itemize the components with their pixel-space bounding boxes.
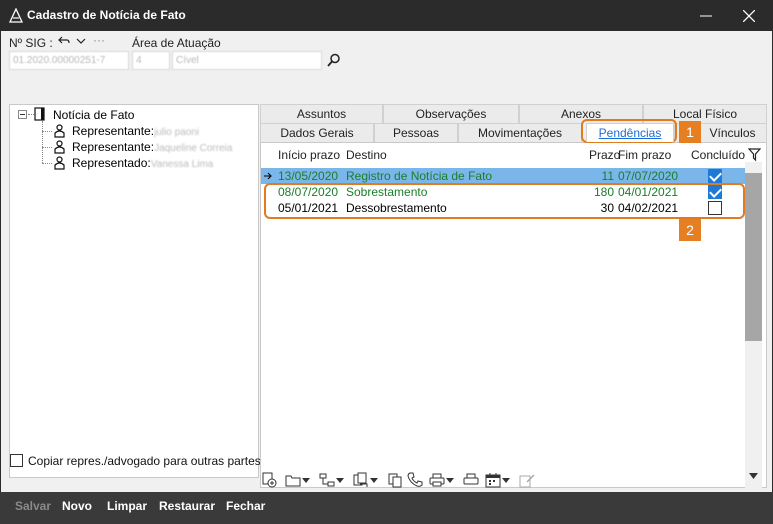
clear-button[interactable]: Limpar xyxy=(107,499,147,513)
app-logo-icon xyxy=(8,8,24,23)
chevron-down-icon[interactable] xyxy=(368,469,380,491)
tab-assuntos[interactable]: Assuntos xyxy=(260,104,383,123)
restore-button[interactable]: Restaurar xyxy=(159,499,215,513)
area-input[interactable]: Cível xyxy=(172,51,322,70)
col-concluido[interactable]: Concluído xyxy=(691,148,745,162)
sig-input[interactable]: 01.2020.00000251-7 xyxy=(9,51,129,70)
window-title: Cadastro de Notícia de Fato xyxy=(27,8,186,22)
new-button[interactable]: Novo xyxy=(62,499,92,513)
tabs-area: Assuntos Observações Anexos Local Físico… xyxy=(260,104,767,489)
col-prazo[interactable]: Prazo xyxy=(589,148,620,162)
callout-1-badge: 1 xyxy=(679,121,701,143)
form-window: Nº SIG : ··· Área de Atuação 01.2020.000… xyxy=(1,31,772,492)
document-icon xyxy=(34,107,45,121)
tree-root[interactable]: Notícia de Fato xyxy=(53,108,134,124)
person-icon xyxy=(54,156,65,170)
chevron-down-icon[interactable] xyxy=(500,469,512,491)
title-bar: Cadastro de Notícia de Fato xyxy=(0,0,773,31)
parties-tree: Notícia de Fato Representante:julio paon… xyxy=(9,104,259,478)
callout-2-badge: 2 xyxy=(679,219,701,241)
minimize-icon xyxy=(700,15,712,16)
action-toolbar xyxy=(258,469,568,491)
tab-observacoes[interactable]: Observações xyxy=(383,104,519,123)
search-icon[interactable] xyxy=(327,53,341,67)
col-destino[interactable]: Destino xyxy=(346,148,387,162)
close-form-button[interactable]: Fechar xyxy=(226,499,265,513)
copy-checkbox-label: Copiar repres./advogado para outras part… xyxy=(28,454,261,468)
phone-icon[interactable] xyxy=(404,469,426,491)
area-label: Área de Atuação xyxy=(132,36,221,50)
chevron-down-icon[interactable] xyxy=(76,37,86,45)
tree-item[interactable]: Representado:Vanessa Lima xyxy=(72,156,213,172)
save-button[interactable]: Salvar xyxy=(15,499,51,513)
callout-2-box xyxy=(264,183,745,219)
grid-header: Início prazo Destino Prazo Fim prazo Con… xyxy=(261,148,745,164)
tree-item[interactable]: Representante:Jaqueline Correia xyxy=(72,140,232,156)
more-icon[interactable]: ··· xyxy=(93,33,105,47)
tab-pessoas[interactable]: Pessoas xyxy=(374,123,458,142)
current-row-arrow-icon xyxy=(264,172,272,180)
col-inicio-prazo[interactable]: Início prazo xyxy=(278,148,340,162)
grid-scrollbar[interactable] xyxy=(745,162,762,489)
area-code-input[interactable]: 4 xyxy=(132,51,170,70)
collapse-icon[interactable] xyxy=(18,110,28,120)
chevron-down-icon[interactable] xyxy=(444,469,456,491)
chevron-down-icon[interactable] xyxy=(300,469,312,491)
copy-checkbox[interactable] xyxy=(10,454,23,467)
sig-label: Nº SIG : xyxy=(9,36,53,50)
close-icon xyxy=(743,9,755,22)
tab-dados-gerais[interactable]: Dados Gerais xyxy=(260,123,374,142)
person-icon xyxy=(54,124,65,138)
copy-icon[interactable] xyxy=(384,469,406,491)
bottom-action-bar: Salvar Novo Limpar Restaurar Fechar xyxy=(0,492,773,524)
person-icon xyxy=(54,140,65,154)
close-button[interactable] xyxy=(731,0,767,31)
edit-disabled-icon xyxy=(516,469,538,491)
tab-movimentacoes[interactable]: Movimentações xyxy=(458,123,582,142)
scroll-down-icon[interactable] xyxy=(749,473,758,479)
minimize-button[interactable] xyxy=(688,0,724,31)
chevron-down-icon[interactable] xyxy=(334,469,346,491)
tab-pendencias[interactable]: Pendências xyxy=(586,123,674,142)
tree-item[interactable]: Representante:julio paoni xyxy=(72,124,199,140)
concluido-checkbox[interactable] xyxy=(708,169,722,183)
undo-icon[interactable] xyxy=(58,36,70,46)
table-row[interactable]: 13/05/2020 Registro de Notícia de Fato 1… xyxy=(261,168,745,184)
add-document-icon[interactable] xyxy=(258,469,280,491)
scrollbar-thumb[interactable] xyxy=(745,173,762,341)
printer-icon[interactable] xyxy=(460,469,482,491)
filter-icon[interactable] xyxy=(748,148,761,162)
col-fim-prazo[interactable]: Fim prazo xyxy=(618,148,671,162)
